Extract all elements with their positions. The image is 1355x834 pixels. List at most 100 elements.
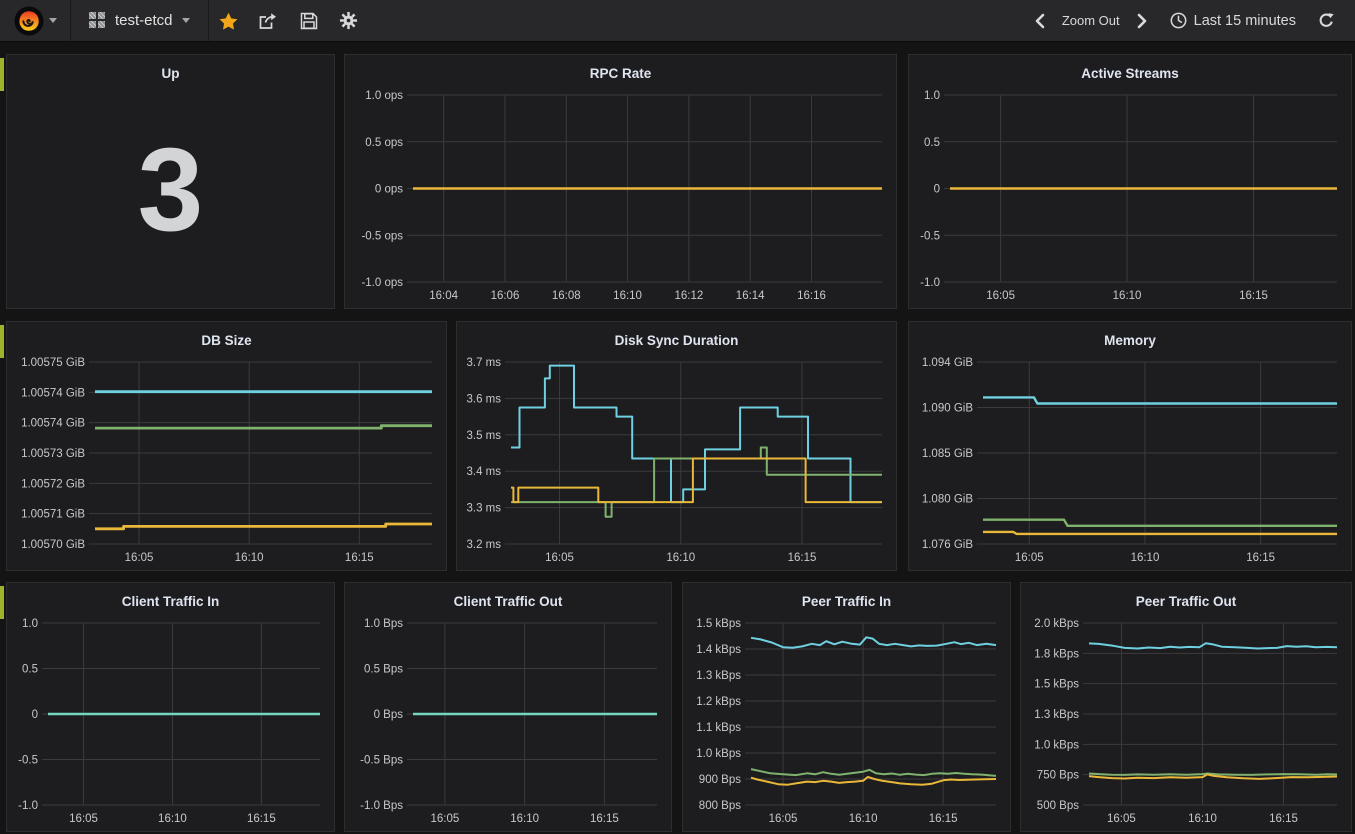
- panel-client-traffic-in: Client Traffic In 1.00.50-0.5-1.016:0516…: [6, 582, 335, 832]
- svg-text:16:10: 16:10: [666, 552, 695, 564]
- share-dashboard-button[interactable]: [249, 0, 289, 41]
- svg-text:16:04: 16:04: [429, 290, 458, 302]
- star-dashboard-button[interactable]: [209, 0, 249, 41]
- grafana-logo-icon: [14, 6, 44, 36]
- memory-chart[interactable]: 1.094 GiB1.090 GiB1.085 GiB1.080 GiB1.07…: [909, 352, 1351, 570]
- db-size-chart[interactable]: 1.00575 GiB1.00574 GiB1.00574 GiB1.00573…: [7, 352, 446, 570]
- disk-sync-duration-chart[interactable]: 3.7 ms3.6 ms3.5 ms3.4 ms3.3 ms3.2 ms16:0…: [457, 352, 896, 570]
- peer-traffic-out-chart[interactable]: 2.0 kBps1.8 kBps1.5 kBps1.3 kBps1.0 kBps…: [1021, 613, 1351, 831]
- svg-text:1.00571 GiB: 1.00571 GiB: [21, 509, 85, 521]
- chart-svg: 2.0 kBps1.8 kBps1.5 kBps1.3 kBps1.0 kBps…: [1021, 613, 1351, 831]
- panel-title[interactable]: Peer Traffic Out: [1021, 583, 1351, 609]
- svg-text:1.3 kBps: 1.3 kBps: [696, 670, 741, 682]
- svg-text:16:10: 16:10: [849, 813, 878, 825]
- svg-text:-0.5: -0.5: [18, 755, 38, 767]
- svg-text:1.094 GiB: 1.094 GiB: [922, 357, 973, 369]
- svg-text:1.0 Bps: 1.0 Bps: [364, 618, 403, 630]
- svg-text:16:10: 16:10: [1188, 813, 1217, 825]
- svg-text:16:15: 16:15: [1246, 552, 1275, 564]
- svg-text:0: 0: [32, 709, 38, 721]
- row-collapse-handle[interactable]: [0, 58, 4, 91]
- clock-icon: [1170, 12, 1187, 29]
- svg-text:16:16: 16:16: [797, 290, 826, 302]
- svg-text:16:05: 16:05: [1107, 813, 1136, 825]
- panel-db-size: DB Size 1.00575 GiB1.00574 GiB1.00574 Gi…: [6, 321, 447, 571]
- svg-text:0 Bps: 0 Bps: [374, 709, 404, 721]
- star-icon: [219, 12, 238, 30]
- panel-title[interactable]: Memory: [909, 322, 1351, 348]
- svg-text:1.0 ops: 1.0 ops: [365, 90, 403, 102]
- row-collapse-handle[interactable]: [0, 586, 4, 619]
- svg-text:1.1 kBps: 1.1 kBps: [696, 722, 741, 734]
- refresh-button[interactable]: [1310, 0, 1343, 41]
- singlestat-big-value: 3: [7, 85, 334, 308]
- svg-text:0.5 Bps: 0.5 Bps: [364, 664, 403, 676]
- chevron-right-icon: [1136, 13, 1148, 29]
- row-collapse-handle[interactable]: [0, 325, 4, 358]
- share-icon: [259, 12, 278, 30]
- svg-text:16:14: 16:14: [736, 290, 765, 302]
- svg-text:500 Bps: 500 Bps: [1037, 800, 1079, 812]
- dashboard-settings-button[interactable]: [329, 0, 369, 41]
- panel-client-traffic-out: Client Traffic Out 1.0 Bps 0.5 Bps 0 Bps -0…: [344, 582, 672, 832]
- dashboard-picker[interactable]: test-etcd: [71, 0, 208, 41]
- panel-title[interactable]: RPC Rate: [345, 55, 896, 81]
- svg-text:0 ops: 0 ops: [375, 184, 403, 196]
- svg-text:1.00575 GiB: 1.00575 GiB: [21, 357, 85, 369]
- zoom-out-button[interactable]: Zoom Out: [1054, 0, 1128, 41]
- svg-text:16:15: 16:15: [1269, 813, 1298, 825]
- svg-text:1.090 GiB: 1.090 GiB: [922, 403, 973, 415]
- panel-title[interactable]: Active Streams: [909, 55, 1351, 81]
- top-navbar: test-etcd: [0, 0, 1355, 42]
- save-dashboard-button[interactable]: [289, 0, 329, 41]
- svg-text:3.2 ms: 3.2 ms: [466, 539, 501, 551]
- panel-title[interactable]: Client Traffic Out: [345, 583, 671, 609]
- svg-text:16:15: 16:15: [1239, 290, 1268, 302]
- chart-svg: 1.5 kBps1.4 kBps1.3 kBps1.2 kBps1.1 kBps…: [683, 613, 1010, 831]
- chart-svg: 1.00575 GiB1.00574 GiB1.00574 GiB1.00573…: [7, 352, 446, 570]
- rpc-rate-chart[interactable]: 1.0 ops0.5 ops0 ops-0.5 ops-1.0 ops16:04…: [345, 85, 896, 308]
- svg-text:16:10: 16:10: [613, 290, 642, 302]
- svg-text:3.6 ms: 3.6 ms: [466, 393, 501, 405]
- svg-text:1.0 kBps: 1.0 kBps: [1034, 739, 1079, 751]
- client-traffic-out-chart[interactable]: 1.0 Bps0.5 Bps0 Bps-0.5 Bps-1.0 Bps16:05…: [345, 613, 671, 831]
- panel-title[interactable]: Peer Traffic In: [683, 583, 1010, 609]
- panel-title[interactable]: Up: [7, 55, 334, 81]
- svg-text:750 Bps: 750 Bps: [1037, 770, 1079, 782]
- svg-text:1.8 kBps: 1.8 kBps: [1034, 648, 1079, 660]
- time-range-picker[interactable]: Last 15 minutes: [1156, 12, 1310, 29]
- peer-traffic-in-chart[interactable]: 1.5 kBps1.4 kBps1.3 kBps1.2 kBps1.1 kBps…: [683, 613, 1010, 831]
- time-shift-forward-button[interactable]: [1128, 0, 1156, 41]
- chart-svg: 1.0 ops0.5 ops0 ops-0.5 ops-1.0 ops16:04…: [345, 85, 896, 308]
- panel-peer-traffic-out: Peer Traffic Out 2.0 kBps1.8 kBps1.5 kBp…: [1020, 582, 1352, 832]
- svg-text:1.085 GiB: 1.085 GiB: [922, 448, 973, 460]
- active-streams-chart[interactable]: 1.00.50-0.5-1.016:0516:1016:15: [909, 85, 1351, 308]
- svg-text:1.00570 GiB: 1.00570 GiB: [21, 539, 85, 551]
- svg-text:3.5 ms: 3.5 ms: [466, 430, 501, 442]
- svg-text:1.4 kBps: 1.4 kBps: [696, 644, 741, 656]
- chart-svg: 1.094 GiB1.090 GiB1.085 GiB1.080 GiB1.07…: [909, 352, 1351, 570]
- panel-title[interactable]: Disk Sync Duration: [457, 322, 896, 348]
- svg-text:1.076 GiB: 1.076 GiB: [922, 539, 973, 551]
- svg-text:-0.5: -0.5: [920, 230, 940, 242]
- svg-text:16:15: 16:15: [929, 813, 958, 825]
- panel-up: Up 3: [6, 54, 335, 309]
- svg-text:16:10: 16:10: [510, 813, 539, 825]
- svg-text:16:15: 16:15: [590, 813, 619, 825]
- grafana-menu-button[interactable]: [0, 0, 70, 41]
- svg-text:900 Bps: 900 Bps: [699, 774, 741, 786]
- panel-title[interactable]: Client Traffic In: [7, 583, 334, 609]
- svg-text:16:10: 16:10: [158, 813, 187, 825]
- svg-text:16:06: 16:06: [491, 290, 520, 302]
- gear-icon: [339, 11, 358, 30]
- svg-text:3.4 ms: 3.4 ms: [466, 466, 501, 478]
- panel-title[interactable]: DB Size: [7, 322, 446, 348]
- time-shift-back-button[interactable]: [1026, 0, 1054, 41]
- dashboard-title: test-etcd: [115, 12, 173, 29]
- svg-text:-0.5 Bps: -0.5 Bps: [360, 755, 403, 767]
- svg-text:16:08: 16:08: [552, 290, 581, 302]
- svg-text:16:05: 16:05: [1015, 552, 1044, 564]
- svg-text:-0.5 ops: -0.5 ops: [361, 230, 403, 242]
- svg-text:-1.0 Bps: -1.0 Bps: [360, 800, 403, 812]
- client-traffic-in-chart[interactable]: 1.00.50-0.5-1.016:0516:1016:15: [7, 613, 334, 831]
